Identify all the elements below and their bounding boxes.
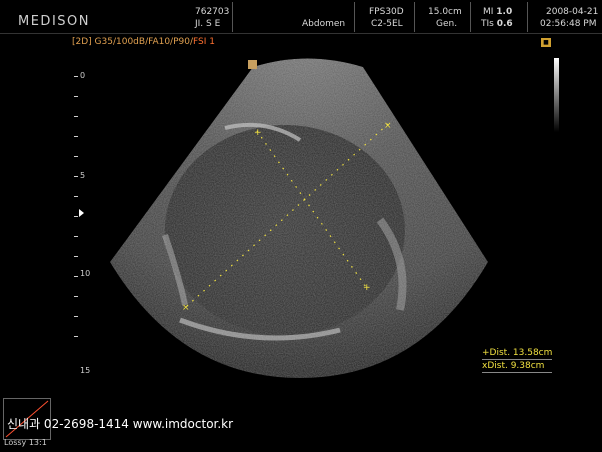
compression-label: Lossy 13:1: [4, 438, 47, 447]
header-divider: [232, 2, 233, 32]
depth-tick: [74, 176, 78, 177]
freeze-icon: ■: [541, 38, 551, 47]
focus-marker-icon: [79, 209, 84, 217]
fps-label: FPS30D: [369, 7, 404, 17]
depth-label-15: 15: [80, 366, 91, 375]
depth-tick: [74, 156, 78, 157]
depth-label-5: 5: [80, 171, 86, 180]
depth-tick: [74, 76, 78, 77]
header-bar: MEDISON 762703 JI. S E Abdomen FPS30D C2…: [0, 0, 602, 34]
patient-name: JI. S E: [195, 19, 221, 29]
depth-tick: [74, 276, 78, 277]
preset-label: Abdomen: [302, 19, 346, 29]
depth-tick: [74, 136, 78, 137]
header-divider: [354, 2, 355, 32]
depth-tick: [74, 236, 78, 237]
depth-scale: 0 5 10 15: [70, 70, 100, 380]
depth-tick: [74, 116, 78, 117]
measurement-distance-1: +Dist. 13.58cm: [482, 348, 553, 360]
depth-label: 15.0cm: [428, 7, 462, 17]
fsi-label: FSI 1: [193, 37, 215, 47]
header-divider: [470, 2, 471, 32]
grayscale-bar: [554, 58, 559, 132]
mi-value: 1.0: [496, 7, 513, 17]
svg-text:×: ×: [182, 303, 190, 313]
tis-value: 0.6: [496, 19, 513, 29]
depth-tick: [74, 196, 78, 197]
depth-label-0: 0: [80, 71, 86, 80]
imaging-parameters: [2D] G35/100dB/FA10/P90/FSI 1: [72, 37, 215, 47]
exam-time: 02:56:48 PM: [540, 19, 597, 29]
measurement-distance-2: xDist. 9.38cm: [482, 360, 553, 373]
header-underline: [0, 33, 602, 34]
header-divider: [414, 2, 415, 32]
exam-date: 2008-04-21: [546, 7, 599, 17]
depth-tick: [74, 316, 78, 317]
probe-label: C2-5EL: [371, 19, 403, 29]
depth-label-10: 10: [80, 269, 91, 278]
imaging-params-text: [2D] G35/100dB/FA10/P90/: [72, 37, 193, 47]
depth-tick: [74, 336, 78, 337]
mi-label: MI 1.0: [483, 7, 513, 17]
mode-label: Gen.: [436, 19, 458, 29]
svg-text:×: ×: [384, 121, 392, 131]
patient-id: 762703: [195, 7, 230, 17]
svg-text:+: +: [254, 128, 262, 138]
depth-tick: [74, 216, 78, 217]
svg-text:+: +: [363, 283, 371, 293]
depth-tick: [74, 256, 78, 257]
depth-tick: [74, 96, 78, 97]
depth-tick: [74, 296, 78, 297]
measurement-results: +Dist. 13.58cm xDist. 9.38cm: [482, 347, 553, 373]
watermark-text: 신내과 02-2698-1414 www.imdoctor.kr: [7, 417, 234, 431]
orientation-marker-icon: [248, 60, 257, 69]
tis-label: TIs 0.6: [481, 19, 513, 29]
medison-logo: MEDISON: [18, 14, 90, 29]
header-divider: [527, 2, 528, 32]
